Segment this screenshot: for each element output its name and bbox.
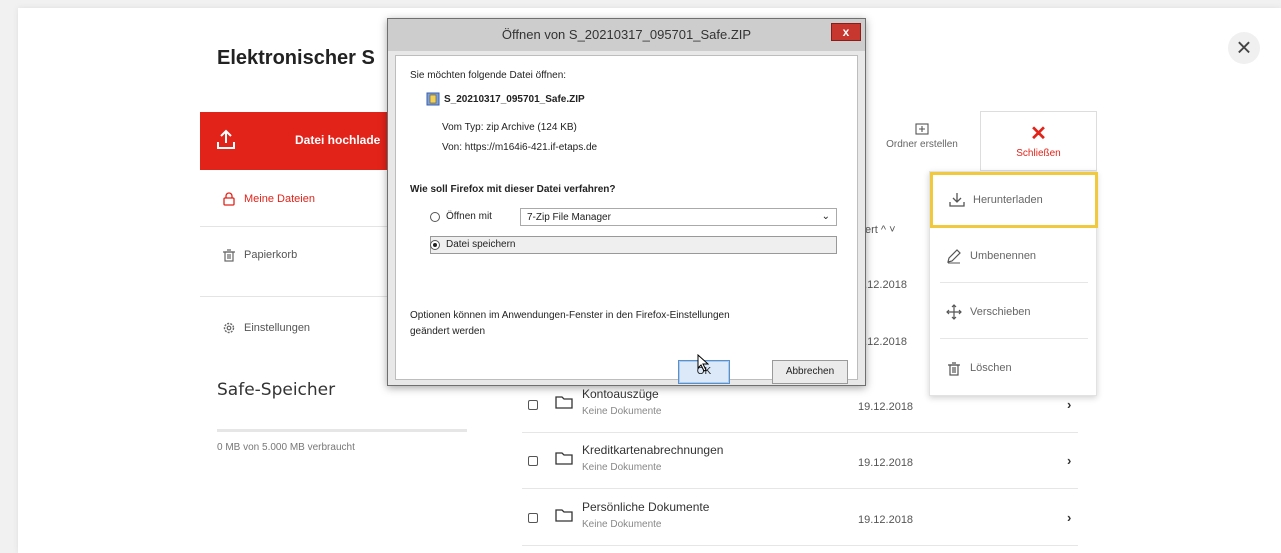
dialog-close-button[interactable]: x	[831, 23, 861, 41]
zip-file-icon	[426, 92, 440, 106]
menu-item-label: Herunterladen	[973, 194, 1043, 206]
create-folder-label: Ordner erstellen	[886, 139, 958, 150]
mouse-pointer-icon	[697, 354, 709, 372]
row-date: 19.12.2018	[858, 457, 914, 469]
divider	[200, 226, 400, 227]
move-icon	[946, 304, 962, 320]
pencil-icon	[947, 249, 961, 264]
gear-icon	[223, 322, 235, 334]
sidebar-item-label: Papierkorb	[244, 249, 298, 261]
trash-icon	[948, 362, 960, 376]
row-name: Kreditkartenabrechnungen	[582, 443, 724, 457]
open-with-app-value: 7-Zip File Manager	[527, 212, 611, 223]
row-checkbox[interactable]	[528, 513, 538, 523]
dialog-note: Optionen können im Anwendungen-Fenster i…	[410, 310, 730, 321]
table-row[interactable]: Persönliche Dokumente Keine Dokumente 19…	[522, 490, 1078, 546]
dialog-filename: S_20210317_095701_Safe.ZIP	[444, 94, 585, 105]
row-checkbox[interactable]	[528, 456, 538, 466]
menu-item-label: Umbenennen	[970, 250, 1037, 262]
menu-item-move[interactable]: Verschieben	[930, 284, 1098, 340]
open-file-dialog: Öffnen von S_20210317_095701_Safe.ZIP x …	[387, 18, 866, 386]
page-title: Elektronischer S	[217, 47, 375, 69]
close-icon[interactable]: ×	[1228, 32, 1260, 64]
divider	[940, 282, 1088, 283]
row-checkbox[interactable]	[528, 400, 538, 410]
sort-date-header[interactable]: ert ^ ˅	[865, 224, 896, 236]
upload-icon	[217, 129, 235, 149]
folder-icon	[555, 509, 573, 522]
menu-item-download[interactable]: Herunterladen	[930, 172, 1098, 228]
menu-item-delete[interactable]: Löschen	[930, 340, 1098, 396]
save-file-radio[interactable]	[430, 240, 440, 250]
context-menu: Herunterladen Umbenennen Verschieben Lös…	[929, 171, 1098, 396]
folder-icon	[555, 452, 573, 465]
safe-storage-title: Safe-Speicher	[217, 380, 336, 400]
upload-button[interactable]: Datei hochlade	[200, 112, 400, 170]
dialog-file-type: Vom Typ: zip Archive (124 KB)	[442, 122, 577, 133]
download-icon	[949, 193, 965, 207]
cancel-button[interactable]: Abbrechen	[772, 360, 848, 384]
dialog-file-source: Von: https://m164i6-421.if-etaps.de	[442, 142, 598, 153]
row-date: 19.12.2018	[858, 514, 914, 526]
row-subtitle: Keine Dokumente	[582, 462, 662, 473]
open-with-radio[interactable]	[430, 212, 440, 222]
upload-label: Datei hochlade	[295, 133, 381, 147]
sidebar-item-settings[interactable]: Einstellungen	[222, 321, 310, 335]
quota-progress-bar	[217, 429, 467, 432]
create-folder-button[interactable]: Ordner erstellen	[872, 122, 972, 150]
sidebar-item-label: Meine Dateien	[244, 193, 315, 205]
dialog-body: Sie möchten folgende Datei öffnen: S_202…	[395, 55, 858, 384]
menu-item-label: Löschen	[970, 362, 1012, 374]
row-subtitle: Keine Dokumente	[582, 406, 662, 417]
close-button[interactable]: ✕ Schließen	[980, 111, 1097, 171]
chevron-right-icon[interactable]: ›	[1067, 397, 1071, 412]
menu-item-label: Verschieben	[970, 306, 1031, 318]
dialog-titlebar: Öffnen von S_20210317_095701_Safe.ZIP x	[388, 19, 865, 51]
folder-icon	[555, 396, 573, 409]
row-name: Kontoauszüge	[582, 387, 659, 401]
sidebar-item-my-files[interactable]: Meine Dateien	[222, 192, 315, 206]
dialog-note-2: geändert werden	[410, 326, 486, 337]
trash-icon	[223, 249, 235, 262]
quota-text: 0 MB von 5.000 MB verbraucht	[217, 442, 355, 453]
chevron-right-icon[interactable]: ›	[1067, 510, 1071, 525]
dialog-intro: Sie möchten folgende Datei öffnen:	[410, 70, 567, 81]
divider	[940, 338, 1088, 339]
save-file-label: Datei speichern	[446, 239, 516, 250]
close-icon: ✕	[1030, 123, 1047, 145]
dialog-question: Wie soll Firefox mit dieser Datei verfah…	[410, 184, 616, 195]
chevron-down-icon: ⌄	[821, 211, 830, 222]
sidebar-item-trash[interactable]: Papierkorb	[222, 248, 297, 262]
divider	[200, 296, 400, 297]
row-date: 19.12.2018	[858, 401, 914, 413]
lock-icon	[223, 192, 235, 206]
row-name: Persönliche Dokumente	[582, 500, 710, 514]
close-button-label: Schließen	[1016, 148, 1061, 159]
folder-plus-icon	[915, 123, 929, 135]
open-with-label: Öffnen mit	[446, 211, 492, 222]
dialog-title: Öffnen von S_20210317_095701_Safe.ZIP	[501, 27, 752, 42]
open-with-app-select[interactable]: 7-Zip File Manager ⌄	[520, 208, 837, 226]
table-row[interactable]: Kreditkartenabrechnungen Keine Dokumente…	[522, 433, 1078, 489]
row-subtitle: Keine Dokumente	[582, 519, 662, 530]
chevron-right-icon[interactable]: ›	[1067, 453, 1071, 468]
menu-item-rename[interactable]: Umbenennen	[930, 228, 1098, 284]
sidebar-item-label: Einstellungen	[244, 322, 311, 334]
